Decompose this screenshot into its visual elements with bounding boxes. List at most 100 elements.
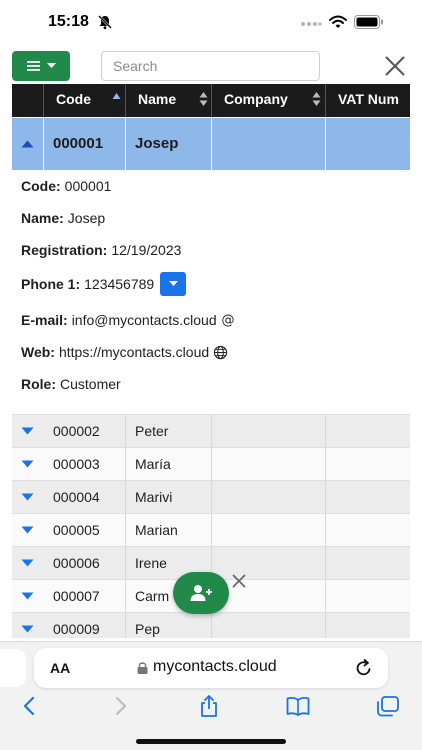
caret-down-icon[interactable] — [21, 493, 34, 501]
detail-name: Name: Josep — [21, 210, 105, 226]
detail-name-value: Josep — [67, 210, 106, 226]
svg-text:@: @ — [221, 313, 234, 327]
table-row[interactable]: 000009 Pep — [12, 612, 410, 638]
close-fab-icon[interactable] — [231, 573, 247, 589]
cell-company — [212, 613, 326, 638]
cell-company — [212, 415, 326, 447]
wifi-icon — [329, 15, 347, 28]
status-time: 15:18 — [48, 13, 89, 30]
tabs-icon[interactable] — [376, 695, 400, 717]
reader-aa-button[interactable]: AA — [50, 660, 70, 676]
cell-name: Marivi — [126, 481, 212, 513]
detail-role: Role: Customer — [21, 376, 121, 392]
close-icon[interactable] — [383, 55, 407, 77]
cell-company — [212, 547, 326, 579]
caret-up-icon[interactable] — [21, 140, 34, 148]
battery-icon — [354, 15, 383, 29]
cell-name: Pep — [126, 613, 212, 638]
detail-code-label: Code: — [21, 178, 61, 194]
cell-code: 000001 — [44, 118, 126, 170]
cell-name: Josep — [126, 118, 212, 170]
detail-email: E-mail: info@mycontacts.cloud @ — [21, 312, 235, 328]
status-bar: 15:18 — [0, 0, 422, 46]
caret-down-icon[interactable] — [21, 625, 34, 633]
forward-icon[interactable] — [108, 695, 132, 717]
bookmarks-icon[interactable] — [286, 695, 310, 717]
header-name[interactable]: Name — [126, 84, 212, 117]
cell-code: 000002 — [44, 415, 126, 447]
detail-phone: Phone 1: 123456789 — [21, 272, 187, 296]
header-code[interactable]: Code — [44, 84, 126, 117]
detail-role-label: Role: — [21, 376, 56, 392]
caret-down-icon — [46, 63, 56, 68]
sort-icon[interactable] — [312, 91, 321, 107]
hamburger-icon — [26, 61, 40, 71]
table-row[interactable]: 000003 María — [12, 447, 410, 480]
url-text: mycontacts.cloud — [153, 658, 277, 675]
back-icon[interactable] — [18, 695, 42, 717]
cell-name: Peter — [126, 415, 212, 447]
add-user-icon — [190, 585, 212, 601]
header-company-label: Company — [224, 91, 288, 107]
collapse-cell[interactable] — [12, 118, 44, 170]
detail-phone-label: Phone 1: — [21, 276, 81, 292]
detail-web: Web: https://mycontacts.cloud — [21, 344, 228, 360]
previous-tab-preview[interactable] — [0, 649, 26, 687]
detail-web-label: Web: — [21, 344, 55, 360]
sort-icon[interactable] — [199, 91, 208, 107]
detail-registration-value: 12/19/2023 — [111, 242, 182, 258]
globe-icon[interactable] — [213, 345, 228, 360]
cell-company — [212, 481, 326, 513]
address-bar[interactable]: AA mycontacts.cloud — [34, 648, 388, 688]
cell-code: 000007 — [44, 580, 126, 612]
caret-down-icon[interactable] — [21, 592, 34, 600]
detail-role-value: Customer — [60, 376, 121, 392]
cell-code: 000005 — [44, 514, 126, 546]
caret-down-icon[interactable] — [21, 427, 34, 435]
detail-web-value[interactable]: https://mycontacts.cloud — [59, 344, 209, 360]
cell-code: 000003 — [44, 448, 126, 480]
table-row[interactable]: 000005 Marian — [12, 513, 410, 546]
contacts-grid: Code Name Company VAT Num 000001 Josep C… — [12, 84, 410, 638]
detail-email-value[interactable]: info@mycontacts.cloud — [72, 312, 217, 328]
detail-code-value: 000001 — [64, 178, 112, 194]
search-input[interactable] — [101, 51, 320, 81]
share-icon[interactable] — [197, 695, 221, 717]
cell-company — [212, 118, 326, 170]
caret-down-icon — [168, 281, 178, 286]
header-expander-col — [12, 84, 44, 117]
header-name-label: Name — [138, 91, 177, 107]
bell-muted-icon — [98, 15, 112, 30]
detail-registration: Registration: 12/19/2023 — [21, 242, 181, 258]
detail-name-label: Name: — [21, 210, 64, 226]
header-vat-label: VAT Num — [338, 91, 399, 107]
detail-code: Code: 000001 — [21, 178, 111, 194]
phone-dropdown-button[interactable] — [160, 272, 187, 296]
add-contact-button[interactable] — [173, 572, 229, 614]
home-indicator — [136, 739, 286, 744]
cell-code: 000006 — [44, 547, 126, 579]
cell-company — [212, 448, 326, 480]
table-row-selected[interactable]: 000001 Josep — [12, 118, 410, 170]
table-row[interactable]: 000002 Peter — [12, 414, 410, 447]
detail-email-label: E-mail: — [21, 312, 68, 328]
cell-name: María — [126, 448, 212, 480]
browser-toolbar: AA mycontacts.cloud — [0, 641, 422, 750]
detail-phone-value: 123456789 — [84, 276, 155, 292]
cell-vat — [326, 118, 410, 170]
header-vat[interactable]: VAT Num — [326, 84, 410, 117]
caret-down-icon[interactable] — [21, 526, 34, 534]
caret-down-icon[interactable] — [21, 559, 34, 567]
caret-down-icon[interactable] — [21, 460, 34, 468]
grid-header: Code Name Company VAT Num — [12, 84, 410, 117]
header-company[interactable]: Company — [212, 84, 326, 117]
header-code-label: Code — [56, 91, 91, 107]
cell-code: 000004 — [44, 481, 126, 513]
menu-button[interactable] — [12, 51, 70, 81]
reload-icon[interactable] — [355, 659, 373, 677]
signal-dots-icon — [301, 22, 322, 26]
table-row[interactable]: 000004 Marivi — [12, 480, 410, 513]
sort-asc-icon[interactable] — [112, 91, 121, 107]
at-sign-icon[interactable]: @ — [221, 313, 235, 327]
detail-registration-label: Registration: — [21, 242, 108, 258]
